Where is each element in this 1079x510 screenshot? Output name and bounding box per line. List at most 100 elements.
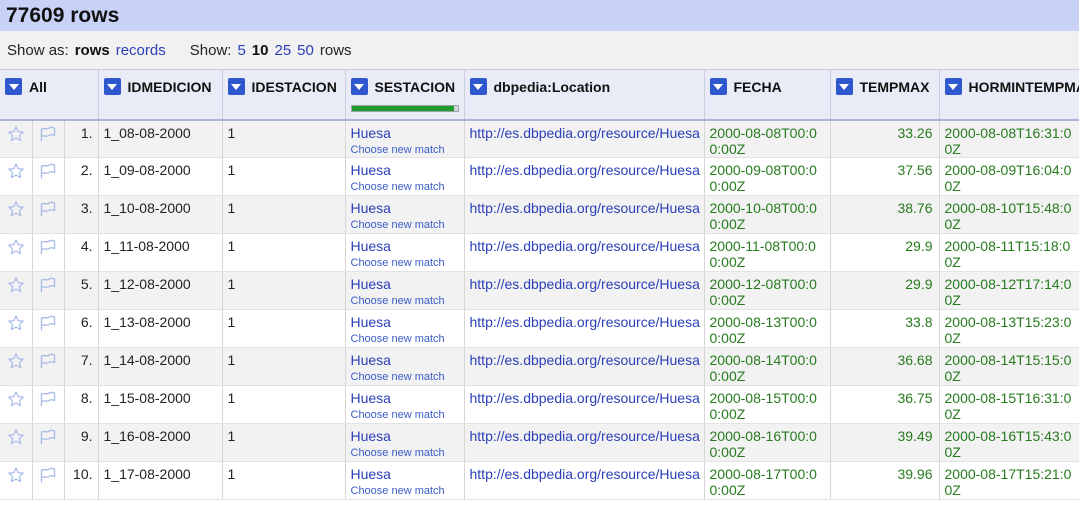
choose-new-match-link[interactable]: Choose new match xyxy=(351,447,459,459)
cell-idestacion: 1 xyxy=(222,233,346,272)
star-icon[interactable] xyxy=(5,314,27,332)
dropdown-arrow-icon[interactable] xyxy=(709,78,727,95)
cell-idestacion: 1 xyxy=(222,271,346,310)
choose-new-match-link[interactable]: Choose new match xyxy=(351,144,459,156)
location-link[interactable]: http://es.dbpedia.org/resource/Huesa xyxy=(470,125,700,141)
dropdown-arrow-icon[interactable] xyxy=(944,78,962,95)
cell-tempmax: 36.68 xyxy=(830,347,940,386)
cell-sestacion: Huesa Choose new match xyxy=(345,233,465,272)
star-icon[interactable] xyxy=(5,276,27,294)
column-header-all: All xyxy=(0,69,99,121)
choose-new-match-link[interactable]: Choose new match xyxy=(351,219,459,231)
flag-icon[interactable] xyxy=(38,200,59,218)
table-row: 2. 1_09-08-2000 1 Huesa Choose new match… xyxy=(0,157,1079,196)
location-link[interactable]: http://es.dbpedia.org/resource/Huesa xyxy=(470,238,700,254)
location-link[interactable]: http://es.dbpedia.org/resource/Huesa xyxy=(470,352,700,368)
show-label: Show: xyxy=(189,41,232,59)
cell-idestacion: 1 xyxy=(222,461,346,500)
recon-match-link[interactable]: Huesa xyxy=(351,238,459,255)
flag-icon[interactable] xyxy=(38,352,59,370)
flag-icon[interactable] xyxy=(38,276,59,294)
star-icon[interactable] xyxy=(5,352,27,370)
column-header-fecha: FECHA xyxy=(704,69,831,121)
location-link[interactable]: http://es.dbpedia.org/resource/Huesa xyxy=(470,276,700,292)
flag-cell xyxy=(32,347,65,386)
location-link[interactable]: http://es.dbpedia.org/resource/Huesa xyxy=(470,390,700,406)
recon-match-link[interactable]: Huesa xyxy=(351,428,459,445)
location-link[interactable]: http://es.dbpedia.org/resource/Huesa xyxy=(470,466,700,482)
star-cell xyxy=(0,461,33,500)
cell-fecha: 2000-12-08T00:00:00Z xyxy=(704,271,831,310)
star-icon[interactable] xyxy=(5,238,27,256)
choose-new-match-link[interactable]: Choose new match xyxy=(351,371,459,383)
star-icon[interactable] xyxy=(5,390,27,408)
location-link[interactable]: http://es.dbpedia.org/resource/Huesa xyxy=(470,200,700,216)
flag-cell xyxy=(32,309,65,348)
options-bar: Show as: rows records Show: 5 10 25 50 r… xyxy=(0,31,1079,69)
cell-hormintempmax: 2000-08-15T16:31:00Z xyxy=(939,385,1079,424)
location-link[interactable]: http://es.dbpedia.org/resource/Huesa xyxy=(470,314,700,330)
row-index: 5. xyxy=(64,271,99,310)
recon-match-link[interactable]: Huesa xyxy=(351,200,459,217)
flag-cell xyxy=(32,271,65,310)
table-row: 9. 1_16-08-2000 1 Huesa Choose new match… xyxy=(0,423,1079,462)
dropdown-arrow-icon[interactable] xyxy=(469,78,487,95)
cell-location: http://es.dbpedia.org/resource/Huesa xyxy=(464,157,705,196)
cell-sestacion: Huesa Choose new match xyxy=(345,309,465,348)
cell-sestacion: Huesa Choose new match xyxy=(345,271,465,310)
column-header-idestacion: IDESTACION xyxy=(222,69,346,121)
recon-match-link[interactable]: Huesa xyxy=(351,125,459,142)
cell-idmedicion: 1_15-08-2000 xyxy=(98,385,223,424)
page-size-50-link[interactable]: 50 xyxy=(297,42,314,59)
page-size-5-link[interactable]: 5 xyxy=(237,42,245,59)
dropdown-arrow-icon[interactable] xyxy=(103,78,121,95)
recon-match-link[interactable]: Huesa xyxy=(351,314,459,331)
flag-icon[interactable] xyxy=(38,238,59,256)
column-label-location: dbpedia:Location xyxy=(493,78,611,95)
star-icon[interactable] xyxy=(5,428,27,446)
flag-cell xyxy=(32,423,65,462)
cell-location: http://es.dbpedia.org/resource/Huesa xyxy=(464,347,705,386)
table-row: 5. 1_12-08-2000 1 Huesa Choose new match… xyxy=(0,271,1079,310)
flag-icon[interactable] xyxy=(38,428,59,446)
star-icon[interactable] xyxy=(5,200,27,218)
flag-cell xyxy=(32,461,65,500)
cell-hormintempmax: 2000-08-16T15:43:00Z xyxy=(939,423,1079,462)
reconciliation-progress-bar xyxy=(350,105,459,112)
cell-fecha: 2000-11-08T00:00:00Z xyxy=(704,233,831,272)
location-link[interactable]: http://es.dbpedia.org/resource/Huesa xyxy=(470,162,700,178)
star-icon[interactable] xyxy=(5,125,27,143)
choose-new-match-link[interactable]: Choose new match xyxy=(351,257,459,269)
dropdown-arrow-icon[interactable] xyxy=(835,78,853,95)
cell-sestacion: Huesa Choose new match xyxy=(345,347,465,386)
dropdown-arrow-icon[interactable] xyxy=(350,78,368,95)
page-size-25-link[interactable]: 25 xyxy=(274,42,291,59)
cell-hormintempmax: 2000-08-10T15:48:00Z xyxy=(939,195,1079,234)
star-icon[interactable] xyxy=(5,466,27,484)
dropdown-arrow-icon[interactable] xyxy=(5,78,22,95)
show-as-records-link[interactable]: records xyxy=(116,42,166,59)
choose-new-match-link[interactable]: Choose new match xyxy=(351,295,459,307)
flag-icon[interactable] xyxy=(38,125,59,143)
recon-match-link[interactable]: Huesa xyxy=(351,466,459,483)
cell-fecha: 2000-08-08T00:00:00Z xyxy=(704,119,831,158)
choose-new-match-link[interactable]: Choose new match xyxy=(351,485,459,497)
recon-match-link[interactable]: Huesa xyxy=(351,352,459,369)
flag-icon[interactable] xyxy=(38,466,59,484)
cell-idestacion: 1 xyxy=(222,157,346,196)
recon-match-link[interactable]: Huesa xyxy=(351,162,459,179)
dropdown-arrow-icon[interactable] xyxy=(227,78,245,95)
star-icon[interactable] xyxy=(5,162,27,180)
flag-icon[interactable] xyxy=(38,390,59,408)
location-link[interactable]: http://es.dbpedia.org/resource/Huesa xyxy=(470,428,700,444)
choose-new-match-link[interactable]: Choose new match xyxy=(351,409,459,421)
choose-new-match-link[interactable]: Choose new match xyxy=(351,181,459,193)
cell-fecha: 2000-08-16T00:00:00Z xyxy=(704,423,831,462)
recon-match-link[interactable]: Huesa xyxy=(351,276,459,293)
cell-tempmax: 29.9 xyxy=(830,233,940,272)
recon-match-link[interactable]: Huesa xyxy=(351,390,459,407)
flag-icon[interactable] xyxy=(38,162,59,180)
flag-icon[interactable] xyxy=(38,314,59,332)
flag-cell xyxy=(32,195,65,234)
choose-new-match-link[interactable]: Choose new match xyxy=(351,333,459,345)
